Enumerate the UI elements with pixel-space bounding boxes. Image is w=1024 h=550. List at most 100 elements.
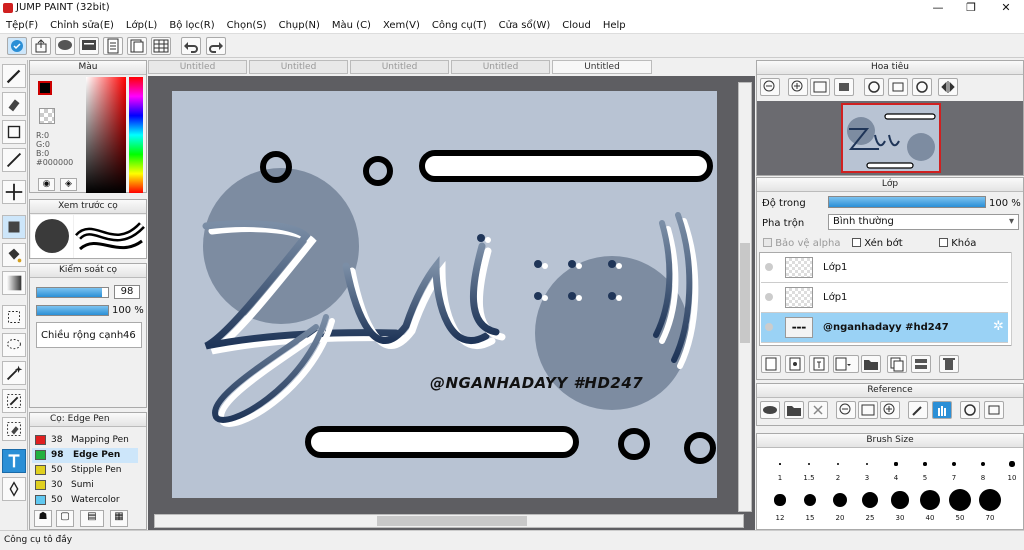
pen-tool-icon[interactable]	[2, 64, 26, 88]
blend-mode-select[interactable]: Bình thường ▾	[828, 214, 1019, 230]
lasso-tool-icon[interactable]	[2, 333, 26, 357]
menu-layer[interactable]: Lớp(L)	[120, 17, 163, 34]
brush-size-option[interactable]: 8	[968, 452, 998, 482]
layer-opacity-slider[interactable]	[828, 196, 986, 208]
brush-size-option[interactable]: 50	[945, 488, 975, 522]
zoom-out-icon[interactable]	[760, 78, 780, 96]
new-text-layer-icon[interactable]	[809, 355, 829, 373]
text-tool-icon[interactable]	[2, 449, 26, 473]
flip-horizontal-icon[interactable]	[938, 78, 958, 96]
clipping-checkbox[interactable]: Xén bớt	[852, 238, 903, 249]
brush-size-option[interactable]: 7	[939, 452, 969, 482]
document-icon[interactable]	[103, 37, 123, 55]
brush-size-option[interactable]: 1	[765, 452, 795, 482]
palette-icon[interactable]: ◉	[38, 178, 55, 191]
brush-size-option[interactable]: 15	[795, 488, 825, 522]
brush-item[interactable]: 50 Stipple Pen	[32, 463, 138, 478]
brush-settings-icon[interactable]: ☗	[34, 510, 52, 527]
tab-untitled-active[interactable]: Untitled	[552, 60, 652, 74]
brush-size-option[interactable]: 20	[825, 488, 855, 522]
open-folder-icon[interactable]	[784, 401, 804, 419]
new-raster-layer-icon[interactable]	[785, 355, 805, 373]
rotate-reset-icon[interactable]	[888, 78, 908, 96]
brush-size-value[interactable]: 98	[114, 285, 140, 299]
eye-icon[interactable]	[765, 263, 773, 271]
tab-untitled-2[interactable]: Untitled	[249, 60, 348, 74]
vertical-scrollbar[interactable]	[738, 82, 752, 512]
close-reference-icon[interactable]	[808, 401, 828, 419]
protect-alpha-checkbox[interactable]: Bảo vệ alpha	[763, 238, 840, 249]
menu-edit[interactable]: Chỉnh sửa(E)	[44, 17, 120, 34]
move-tool-icon[interactable]	[2, 180, 26, 204]
brush-size-option[interactable]: 12	[765, 488, 795, 522]
trash-icon[interactable]	[939, 355, 959, 373]
fit-screen-icon[interactable]	[810, 78, 830, 96]
redo-icon[interactable]	[206, 37, 226, 55]
menu-tools[interactable]: Công cụ(T)	[426, 17, 493, 34]
merge-layer-icon[interactable]	[911, 355, 931, 373]
eraser-tool-icon[interactable]	[2, 92, 26, 116]
add-layer-dropdown-icon[interactable]	[833, 355, 859, 373]
rotate-right-icon[interactable]	[912, 78, 932, 96]
canvas-document[interactable]: @NGANHADAYY #HD247	[172, 91, 717, 498]
brush-size-option[interactable]: 30	[885, 488, 915, 522]
gradient-tool-icon[interactable]	[2, 271, 26, 295]
brush-size-option[interactable]: 5	[910, 452, 940, 482]
hand-icon[interactable]	[932, 401, 952, 419]
transparent-color-swatch[interactable]	[39, 108, 55, 124]
grid-icon[interactable]	[151, 37, 171, 55]
copy-brush-icon[interactable]: ▤	[80, 510, 104, 527]
menu-capture[interactable]: Chụp(N)	[273, 17, 326, 34]
folder-icon[interactable]	[861, 355, 881, 373]
magic-wand-icon[interactable]	[2, 361, 26, 385]
horizontal-scrollbar[interactable]	[154, 514, 744, 528]
tab-untitled-4[interactable]: Untitled	[451, 60, 550, 74]
brush-size-option[interactable]: 2	[823, 452, 853, 482]
maximize-button[interactable]: ❐	[955, 0, 987, 17]
eye-icon[interactable]	[765, 323, 773, 331]
zoom-out-icon[interactable]	[836, 401, 856, 419]
brush-item[interactable]: 30 Sumi	[32, 478, 138, 493]
new-brush-icon[interactable]: ▢	[56, 510, 74, 527]
minimize-button[interactable]: —	[922, 0, 954, 17]
actual-size-icon[interactable]	[834, 78, 854, 96]
message-icon[interactable]	[79, 37, 99, 55]
saturation-value-picker[interactable]	[86, 77, 126, 193]
close-button[interactable]: ✕	[990, 0, 1022, 17]
brush-item[interactable]: 38 Mapping Pen	[32, 433, 138, 448]
brush-size-option[interactable]: 3	[852, 452, 882, 482]
layer-row-selected[interactable]: ▬▬▬ @nganhadayy #hd247 ✲	[761, 313, 1008, 343]
eyedropper-icon[interactable]: ◈	[60, 178, 77, 191]
brush-opacity-slider[interactable]	[36, 305, 109, 316]
zoom-in-icon[interactable]	[880, 401, 900, 419]
tab-untitled-1[interactable]: Untitled	[148, 60, 247, 74]
eyedropper-icon[interactable]	[908, 401, 928, 419]
pages-icon[interactable]	[127, 37, 147, 55]
new-layer-icon[interactable]	[761, 355, 781, 373]
flip-icon[interactable]	[984, 401, 1004, 419]
brush-item[interactable]: 50 Watercolor	[32, 493, 138, 508]
rect-select-icon[interactable]	[2, 305, 26, 329]
select-eraser-icon[interactable]	[2, 417, 26, 441]
rectangle-tool-icon[interactable]	[2, 120, 26, 144]
brush-size-option[interactable]: 25	[855, 488, 885, 522]
lock-checkbox[interactable]: Khóa	[939, 238, 976, 249]
menu-cloud[interactable]: Cloud	[556, 17, 597, 34]
gear-icon[interactable]: ✲	[993, 319, 1004, 334]
zoom-in-icon[interactable]	[788, 78, 808, 96]
navigator-preview[interactable]	[757, 101, 1023, 175]
menu-window[interactable]: Cửa sổ(W)	[493, 17, 557, 34]
layer-row[interactable]: Lớp1	[761, 253, 1008, 283]
eye-icon[interactable]	[765, 293, 773, 301]
brush-size-option[interactable]: 4	[881, 452, 911, 482]
share-icon[interactable]	[31, 37, 51, 55]
menu-color[interactable]: Màu (C)	[326, 17, 377, 34]
layer-row[interactable]: Lớp1	[761, 283, 1008, 313]
rotate-left-icon[interactable]	[864, 78, 884, 96]
tab-untitled-3[interactable]: Untitled	[350, 60, 449, 74]
select-pen-icon[interactable]	[2, 389, 26, 413]
menu-select[interactable]: Chọn(S)	[221, 17, 273, 34]
cloud-download-icon[interactable]	[760, 401, 780, 419]
brush-size-slider[interactable]	[36, 287, 109, 298]
hue-slider[interactable]	[129, 77, 143, 193]
